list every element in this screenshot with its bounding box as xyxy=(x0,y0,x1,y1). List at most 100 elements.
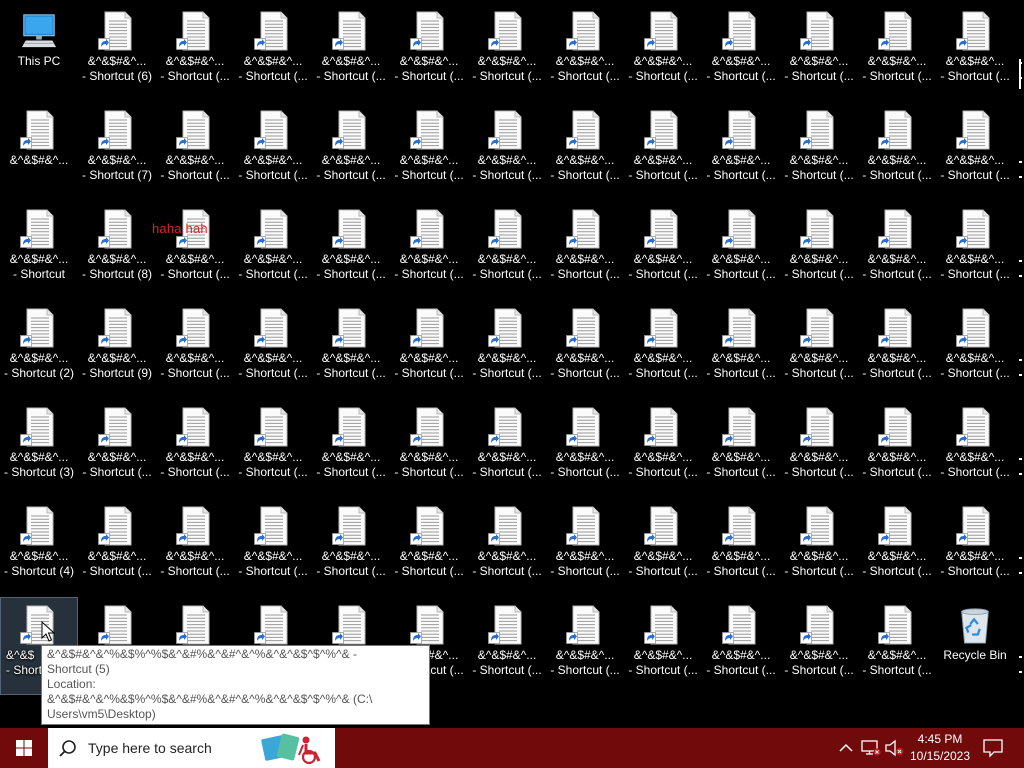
desktop-icon-shortcut[interactable]: &^&$#&^...- Shortcut (... xyxy=(313,499,389,595)
desktop-icon-shortcut[interactable]: &^&$#&^...- Shortcut (... xyxy=(391,4,467,100)
desktop-icon-shortcut[interactable]: &^&$#&^...- Shortcut (... xyxy=(781,598,857,694)
desktop-icon-shortcut[interactable]: &^&$#&^...- Shortcut (... xyxy=(781,103,857,199)
desktop-icon-shortcut[interactable]: &^&$#&^...- Shortcut (... xyxy=(547,301,623,397)
desktop-icon-shortcut[interactable]: &^&$#&^...- Shortcut (... xyxy=(859,103,935,199)
show-hidden-icons-chevron-icon[interactable] xyxy=(838,741,854,755)
desktop-icon-shortcut[interactable]: &^&$#&^...- Shortcut (... xyxy=(547,499,623,595)
desktop-icon-shortcut[interactable]: &^&$#&^...- Shortcut (... xyxy=(313,400,389,496)
desktop-icon-shortcut[interactable]: &^&$#&^... - Shortcut (8) xyxy=(79,202,155,298)
desktop-icon-shortcut[interactable]: &^&$#&^...- Shortcut (... xyxy=(391,103,467,199)
desktop-icon-shortcut[interactable]: &^&$#&^...- Shortcut (... xyxy=(157,301,233,397)
desktop-icon-shortcut[interactable]: &^&$#&^...- Shortcut (... xyxy=(313,103,389,199)
desktop-icon-shortcut[interactable]: &^&$#&^...- Shortcut (... xyxy=(937,301,1013,397)
desktop-icon-shortcut[interactable]: &^&$#&^...- Shortcut (... xyxy=(625,499,701,595)
shortcut-file-icon xyxy=(410,209,444,249)
desktop-icon-shortcut[interactable]: &^&$#&^...- Shortcut (... xyxy=(703,202,779,298)
network-icon[interactable] xyxy=(861,739,881,757)
desktop-icon-shortcut[interactable]: &^&$#&^...- Shortcut (... xyxy=(157,400,233,496)
desktop-icon-shortcut[interactable]: &^&$#&^...- Shortcut (... xyxy=(391,400,467,496)
desktop-icon-shortcut[interactable]: &^&$#&^... - Shortcut (2) xyxy=(1,301,77,397)
desktop-icon-shortcut[interactable]: &^&$#&^...- Shortcut (... xyxy=(235,202,311,298)
desktop-icon-shortcut[interactable]: &^&$#&^...- Shortcut (... xyxy=(859,499,935,595)
desktop-icon-shortcut[interactable]: &^&$#&^...- Shortcut (... xyxy=(469,202,545,298)
desktop-icon-shortcut[interactable]: &^&$#&^...- Shortcut (... xyxy=(625,301,701,397)
desktop-icon-shortcut[interactable]: &^&$#&^... - Shortcut (7) xyxy=(79,103,155,199)
desktop-icon-shortcut[interactable]: &^&$#&^...- Shortcut (... xyxy=(781,499,857,595)
desktop-icon-shortcut[interactable]: &^&$#&^...- Shortcut (... xyxy=(313,202,389,298)
desktop-icon-shortcut[interactable]: &^&$#&^...- Shortcut (... xyxy=(157,499,233,595)
desktop-icon-shortcut[interactable]: &^&$#&^...- Shortcut (... xyxy=(703,4,779,100)
shortcut-name-line: - Shortcut (9) xyxy=(81,366,153,380)
desktop-icon-shortcut[interactable]: &^&$#&^...- Shortcut (... xyxy=(859,301,935,397)
desktop-icon-shortcut[interactable]: &^&$#&^...- Shortcut (... xyxy=(625,400,701,496)
desktop-icon-shortcut[interactable]: &^&$#&^...- Shortcut (... xyxy=(859,400,935,496)
desktop-icon-shortcut[interactable]: &^&$#&^...- Shortcut (... xyxy=(79,499,155,595)
desktop-icon-recycle-bin[interactable]: Recycle Bin xyxy=(937,598,1013,694)
notification-center-icon[interactable] xyxy=(982,738,1004,758)
desktop-icon-shortcut[interactable]: &^&$#&^...- Shortcut (... xyxy=(313,301,389,397)
start-button[interactable] xyxy=(0,728,48,768)
desktop-icon-shortcut[interactable]: &^&$#&^...- Shortcut (... xyxy=(469,598,545,694)
desktop-icon-shortcut[interactable]: &^&$#&^...- Shortcut (... xyxy=(937,499,1013,595)
desktop-icon-shortcut[interactable]: &^&$#&^...- Shortcut (... xyxy=(703,499,779,595)
desktop-icon-shortcut[interactable]: &^&$#&^...- Shortcut (... xyxy=(547,400,623,496)
desktop-icon-shortcut[interactable]: &^&$#&^...- Shortcut (... xyxy=(235,103,311,199)
desktop-icon-shortcut[interactable]: &^&$#&^...- Shortcut (... xyxy=(781,400,857,496)
desktop-icon-shortcut[interactable]: &^&$#&^...- Shortcut (... xyxy=(937,103,1013,199)
desktop-icon-shortcut[interactable]: &^&$#&^...- Shortcut (... xyxy=(469,499,545,595)
clock-time: 4:45 PM xyxy=(917,732,963,746)
desktop-icon-shortcut[interactable]: &^&$#&^...- Shortcut (... xyxy=(391,301,467,397)
desktop-icon-shortcut[interactable]: &^&$#&^...- Shortcut (... xyxy=(859,598,935,694)
desktop-icon-shortcut[interactable]: &^&$#&^...- Shortcut (... xyxy=(469,301,545,397)
desktop-icon-shortcut[interactable]: &^&$#&^...- Shortcut (... xyxy=(391,202,467,298)
desktop-icon-shortcut[interactable]: &^&$#&^...- Shortcut (... xyxy=(625,103,701,199)
desktop-icon-shortcut[interactable]: &^&$#&^...- Shortcut (... xyxy=(79,400,155,496)
desktop[interactable]: This PC &^&$#&^... &^&$#&^... - Shortcut &^… xyxy=(0,0,1024,728)
desktop-icon-shortcut[interactable]: &^&$#&^...- Shortcut (... xyxy=(859,202,935,298)
desktop-icon-label: &^&$#&^...- Shortcut (... xyxy=(781,54,857,84)
desktop-icon-shortcut[interactable]: &^&$#&^...- Shortcut (... xyxy=(703,400,779,496)
desktop-icon-shortcut[interactable]: &^&$#&^...- Shortcut (... xyxy=(625,202,701,298)
desktop-icon-shortcut[interactable]: &^&$#&^...- Shortcut (... xyxy=(547,598,623,694)
desktop-icon-label: &^&$#&^...- Shortcut (... xyxy=(157,252,233,282)
desktop-icon-shortcut[interactable]: &^&$#&^...- Shortcut (... xyxy=(547,103,623,199)
desktop-icon-shortcut[interactable]: &^&$#&^...- Shortcut (... xyxy=(781,4,857,100)
desktop-icon-shortcut[interactable]: &^&$#&^...- Shortcut (... xyxy=(157,202,233,298)
desktop-icon-shortcut[interactable]: &^&$#&^...- Shortcut (... xyxy=(859,4,935,100)
desktop-icon-shortcut[interactable]: &^&$#&^...- Shortcut (... xyxy=(235,499,311,595)
desktop-icon-shortcut[interactable]: &^&$#&^... - Shortcut (9) xyxy=(79,301,155,397)
desktop-icon-shortcut[interactable]: &^&$#&^...- Shortcut (... xyxy=(703,103,779,199)
desktop-icon-shortcut[interactable]: &^&$#&^...- Shortcut (... xyxy=(547,4,623,100)
desktop-icon-label: &^&$#&^...- Shortcut (... xyxy=(157,351,233,381)
desktop-icon-shortcut[interactable]: &^&$#&^...- Shortcut (... xyxy=(547,202,623,298)
system-clock[interactable]: 4:45 PM 10/15/2023 xyxy=(905,731,975,765)
desktop-icon-shortcut[interactable]: &^&$#&^...- Shortcut (... xyxy=(469,4,545,100)
desktop-icon-shortcut[interactable]: &^&$#&^...- Shortcut (... xyxy=(625,598,701,694)
desktop-icon-shortcut[interactable]: &^&$#&^... xyxy=(1,103,77,199)
desktop-icon-shortcut[interactable]: &^&$#&^...- Shortcut (... xyxy=(313,4,389,100)
desktop-icon-shortcut[interactable]: &^&$#&^...- Shortcut (... xyxy=(781,202,857,298)
desktop-icon-shortcut[interactable]: &^&$#&^...- Shortcut (... xyxy=(781,301,857,397)
desktop-icon-shortcut[interactable]: &^&$#&^... - Shortcut (3) xyxy=(1,400,77,496)
desktop-icon-shortcut[interactable]: &^&$#&^...- Shortcut (... xyxy=(937,400,1013,496)
desktop-icon-shortcut[interactable]: &^&$#&^...- Shortcut (... xyxy=(703,301,779,397)
volume-muted-icon[interactable] xyxy=(884,739,904,757)
desktop-icon-shortcut[interactable]: &^&$#&^...- Shortcut (... xyxy=(157,103,233,199)
desktop-icon-shortcut[interactable]: &^&$#&^...- Shortcut (... xyxy=(391,499,467,595)
desktop-icon-shortcut[interactable]: &^&$#&^...- Shortcut (... xyxy=(625,4,701,100)
desktop-icon-shortcut[interactable]: &^&$#&^...- Shortcut (... xyxy=(937,4,1013,100)
desktop-icon-shortcut[interactable]: &^&$#&^...- Shortcut (... xyxy=(937,202,1013,298)
desktop-icon-shortcut[interactable]: &^&$#&^... - Shortcut (4) xyxy=(1,499,77,595)
desktop-icon-this-pc[interactable]: This PC xyxy=(1,4,77,100)
desktop-icon-shortcut[interactable]: &^&$#&^...- Shortcut (... xyxy=(235,400,311,496)
desktop-icon-shortcut[interactable]: &^&$#&^...- Shortcut (... xyxy=(703,598,779,694)
desktop-icon-shortcut[interactable]: &^&$#&^...- Shortcut (... xyxy=(235,4,311,100)
desktop-icon-shortcut[interactable]: &^&$#&^... - Shortcut xyxy=(1,202,77,298)
desktop-icon-shortcut[interactable]: &^&$#&^... - Shortcut (6) xyxy=(79,4,155,100)
desktop-icon-shortcut[interactable]: &^&$#&^...- Shortcut (... xyxy=(157,4,233,100)
desktop-icon-shortcut[interactable]: &^&$#&^...- Shortcut (... xyxy=(235,301,311,397)
desktop-icon-shortcut[interactable]: &^&$#&^...- Shortcut (... xyxy=(469,103,545,199)
search-box[interactable]: Type here to search xyxy=(48,728,335,768)
desktop-icon-label: &^&$#&^...- Shortcut (... xyxy=(469,54,545,84)
desktop-icon-shortcut[interactable]: &^&$#&^...- Shortcut (... xyxy=(469,400,545,496)
